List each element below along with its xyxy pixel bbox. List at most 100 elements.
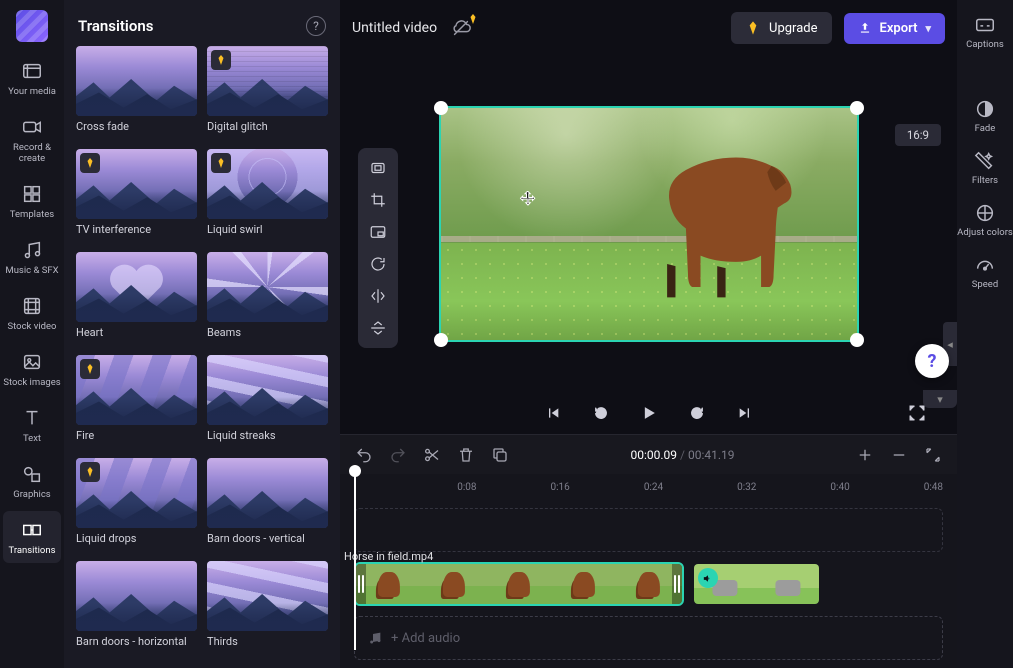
clip-filename: Horse in field.mp4 <box>344 550 433 563</box>
undo-button[interactable] <box>354 445 374 465</box>
rr-speed[interactable]: Speed <box>972 254 998 290</box>
rr-filters[interactable]: Filters <box>972 150 998 186</box>
rail-music-sfx[interactable]: Music & SFX <box>3 231 61 283</box>
rr-captions[interactable]: Captions <box>966 14 1004 50</box>
upgrade-button[interactable]: Upgrade <box>731 12 831 44</box>
rail-graphics[interactable]: Graphics <box>3 455 61 507</box>
transitions-grid[interactable]: Cross fadeDigital glitchTV interference L… <box>64 46 340 668</box>
rail-text[interactable]: Text <box>3 399 61 451</box>
resize-handle-tr[interactable] <box>850 101 864 115</box>
video-clip-1[interactable] <box>354 562 684 606</box>
expand-panel-tab[interactable]: ▾ <box>923 390 957 408</box>
rail-label: Graphics <box>13 489 50 500</box>
timeline-ruler[interactable]: 0:080:160:240:320:400:48 <box>340 474 957 500</box>
rr-fade[interactable]: Fade <box>974 98 996 134</box>
zoom-fit-button[interactable] <box>923 445 943 465</box>
video-track[interactable] <box>354 562 943 606</box>
transition-tile[interactable]: Liquid swirl <box>207 149 328 244</box>
rr-label: Filters <box>972 175 998 186</box>
pro-badge-icon <box>80 462 100 482</box>
templates-icon <box>20 182 44 206</box>
crop-tool[interactable] <box>364 186 392 214</box>
help-fab[interactable]: ? <box>915 344 949 378</box>
app-logo[interactable] <box>16 10 48 42</box>
forward-5-button[interactable]: 5 <box>685 401 709 425</box>
video-clip-2[interactable] <box>692 562 822 606</box>
film-icon <box>20 294 44 318</box>
clip-trim-right[interactable] <box>672 564 682 604</box>
delete-button[interactable] <box>456 445 476 465</box>
transition-tile[interactable]: Thirds <box>207 561 328 656</box>
split-button[interactable] <box>422 445 442 465</box>
transition-tile[interactable]: Fire <box>76 355 197 450</box>
play-button[interactable] <box>637 401 661 425</box>
rewind-5-button[interactable]: 5 <box>589 401 613 425</box>
transition-tile[interactable]: Liquid streaks <box>207 355 328 450</box>
transitions-icon <box>20 518 44 542</box>
redo-button[interactable] <box>388 445 408 465</box>
rail-templates[interactable]: Templates <box>3 175 61 227</box>
music-icon <box>367 630 383 646</box>
timeline-toolbar: 00:00.09/00:41.19 <box>340 434 957 474</box>
tile-label: Barn doors - horizontal <box>76 635 197 648</box>
playhead[interactable] <box>354 470 356 650</box>
transition-tile[interactable]: TV interference <box>76 149 197 244</box>
next-frame-button[interactable] <box>733 401 757 425</box>
rail-label: Templates <box>10 209 54 220</box>
rail-stock-images[interactable]: Stock images <box>3 343 61 395</box>
transition-tile[interactable]: Digital glitch <box>207 46 328 141</box>
rail-label: Your media <box>8 86 56 97</box>
help-icon[interactable]: ? <box>306 16 326 36</box>
image-icon <box>20 350 44 374</box>
transition-tile[interactable]: Barn doors - vertical <box>207 458 328 553</box>
svg-text:5: 5 <box>695 411 698 417</box>
cloud-sync-icon[interactable] <box>449 16 473 40</box>
camera-icon <box>20 115 44 139</box>
rail-label: Text <box>23 433 41 444</box>
transition-tile[interactable]: Heart <box>76 252 197 347</box>
resize-handle-br[interactable] <box>850 333 864 347</box>
clip-trim-left[interactable] <box>356 564 366 604</box>
rail-transitions[interactable]: Transitions <box>3 511 61 563</box>
flip-h-tool[interactable] <box>364 282 392 310</box>
transition-tile[interactable]: Liquid drops <box>76 458 197 553</box>
tile-label: Beams <box>207 326 328 339</box>
rail-label: Stock images <box>3 377 60 388</box>
tile-label: Liquid swirl <box>207 223 328 236</box>
transition-tile[interactable]: Barn doors - horizontal <box>76 561 197 656</box>
volume-icon[interactable] <box>698 568 718 588</box>
transition-tile[interactable]: Cross fade <box>76 46 197 141</box>
upload-icon <box>858 21 872 35</box>
upgrade-label: Upgrade <box>769 21 817 36</box>
rail-stock-video[interactable]: Stock video <box>3 287 61 339</box>
move-cursor-icon <box>519 190 537 208</box>
topbar: Untitled video Upgrade Export ▾ <box>340 0 957 56</box>
timecode-display: 00:00.09/00:41.19 <box>524 448 841 462</box>
project-title[interactable]: Untitled video <box>352 20 437 36</box>
resize-handle-tl[interactable] <box>434 101 448 115</box>
fit-tool[interactable] <box>364 154 392 182</box>
zoom-out-button[interactable] <box>889 445 909 465</box>
preview-canvas[interactable] <box>439 106 859 342</box>
pip-tool[interactable] <box>364 218 392 246</box>
aspect-ratio-selector[interactable]: 16:9 <box>895 124 941 146</box>
duplicate-button[interactable] <box>490 445 510 465</box>
flip-v-tool[interactable] <box>364 314 392 342</box>
rail-your-media[interactable]: Your media <box>3 52 61 104</box>
panel-header: Transitions ? <box>64 0 340 46</box>
rr-adjust-colors[interactable]: Adjust colors <box>957 202 1013 238</box>
rotate-tool[interactable] <box>364 250 392 278</box>
transition-tile[interactable]: Beams <box>207 252 328 347</box>
track-empty[interactable] <box>354 508 943 552</box>
rail-record-create[interactable]: Record & create <box>3 108 61 171</box>
diamond-icon <box>745 20 761 36</box>
svg-text:5: 5 <box>599 411 602 417</box>
resize-handle-bl[interactable] <box>434 333 448 347</box>
audio-track[interactable]: + Add audio <box>354 616 943 660</box>
music-icon <box>20 238 44 262</box>
prev-frame-button[interactable] <box>541 401 565 425</box>
preview-image <box>441 108 857 340</box>
export-button[interactable]: Export ▾ <box>844 13 945 44</box>
zoom-in-button[interactable] <box>855 445 875 465</box>
tracks-area[interactable]: Horse in field.mp4 + Add audio <box>340 500 957 668</box>
